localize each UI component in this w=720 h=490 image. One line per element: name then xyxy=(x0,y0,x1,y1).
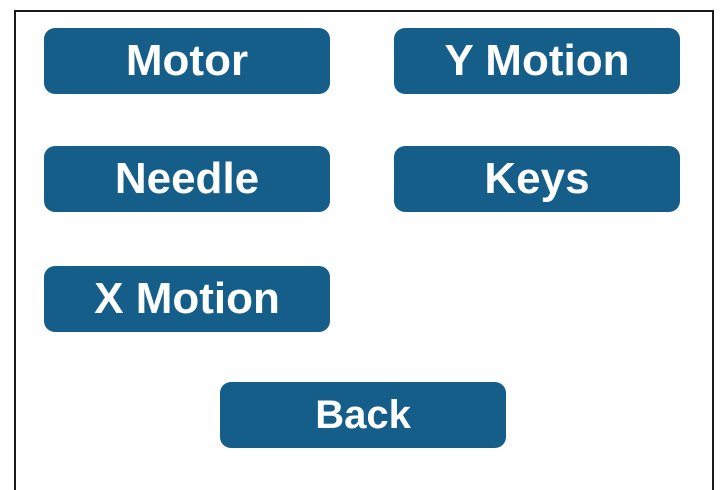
back-button[interactable]: Back xyxy=(220,382,506,448)
needle-button[interactable]: Needle xyxy=(44,146,330,212)
control-panel: Motor Y Motion Needle Keys X Motion Back xyxy=(14,10,714,490)
motor-button[interactable]: Motor xyxy=(44,28,330,94)
y-motion-button[interactable]: Y Motion xyxy=(394,28,680,94)
x-motion-button[interactable]: X Motion xyxy=(44,266,330,332)
keys-button[interactable]: Keys xyxy=(394,146,680,212)
